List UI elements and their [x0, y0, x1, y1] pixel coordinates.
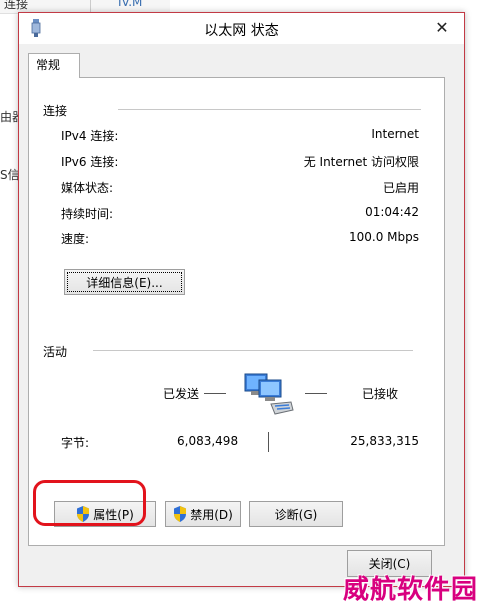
activity-group-line [93, 350, 413, 351]
duration-label: 持续时间: [61, 207, 114, 221]
details-button-label: 详细信息(E)... [86, 275, 163, 290]
sent-dash [204, 393, 226, 394]
ipv4-label: IPv4 连接: [61, 129, 119, 143]
background-text-fragment: 连接 [4, 0, 29, 11]
connection-group-title: 连接 [43, 104, 68, 118]
connection-group-line [118, 109, 421, 110]
bytes-sent-value: 6,083,498 [177, 434, 239, 448]
diagnose-button-label: 诊断(G) [274, 507, 318, 522]
duration-value: 01:04:42 [365, 205, 419, 219]
sent-label: 已发送 [163, 387, 200, 401]
ipv4-value: Internet [371, 127, 419, 141]
bytes-divider [268, 432, 269, 452]
media-state-value: 已启用 [382, 181, 419, 195]
speed-label: 速度: [61, 232, 90, 246]
annotation-highlight-circle [33, 480, 146, 526]
network-computers-icon [244, 373, 294, 415]
ipv6-label: IPv6 连接: [61, 155, 119, 169]
details-button[interactable]: 详细信息(E)... [64, 269, 185, 295]
window-title: 以太网 状态 [204, 23, 279, 39]
close-icon: ✕ [435, 18, 449, 37]
bytes-received-value: 25,833,315 [350, 434, 419, 448]
diagnose-button[interactable]: 诊断(G) [249, 501, 343, 527]
tab-panel-general: 连接 IPv4 连接: Internet IPv6 连接: 无 Internet… [28, 77, 445, 546]
bytes-label: 字节: [61, 436, 90, 450]
disable-button[interactable]: 禁用(D) [165, 501, 241, 527]
ipv6-value: 无 Internet 访问权限 [303, 155, 419, 169]
media-state-label: 媒体状态: [61, 181, 114, 195]
close-window-button[interactable]: ✕ [430, 16, 454, 40]
tab-general[interactable]: 常规 [28, 53, 80, 78]
watermark-text: 威航软件园 [342, 575, 478, 605]
title-bar[interactable]: 以太网 状态 ✕ [19, 13, 464, 44]
received-label: 已接收 [362, 387, 399, 401]
received-dash [305, 393, 327, 394]
speed-value: 100.0 Mbps [348, 230, 419, 244]
uac-shield-icon [174, 506, 187, 522]
activity-group-title: 活动 [43, 345, 68, 359]
disable-button-label: 禁用(D) [190, 507, 233, 522]
background-text-fragment: IV.M [118, 0, 143, 9]
